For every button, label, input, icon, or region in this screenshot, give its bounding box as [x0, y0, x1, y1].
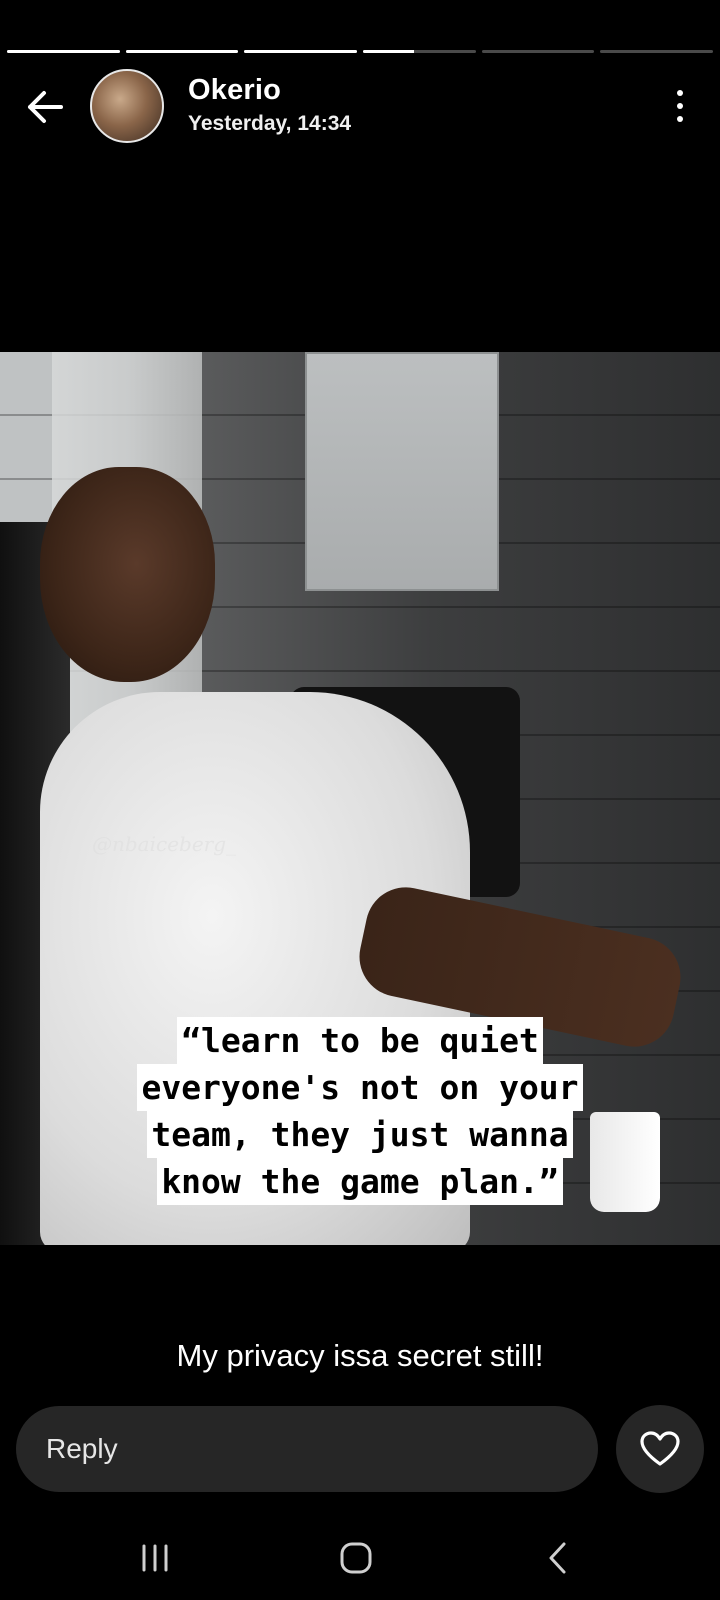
quote-overlay: “learn to be quiet everyone's not on you…	[0, 1017, 720, 1205]
recents-button[interactable]	[125, 1538, 185, 1578]
like-button[interactable]	[616, 1405, 704, 1493]
reply-placeholder: Reply	[46, 1433, 118, 1464]
progress-segment	[7, 50, 120, 53]
progress-fill	[244, 50, 358, 53]
person-head	[40, 467, 215, 682]
story-media-image[interactable]: @nbaiceberg_ “learn to be quiet everyone…	[0, 352, 720, 1245]
back-chevron-icon	[549, 1542, 566, 1574]
progress-fill	[7, 50, 120, 53]
image-watermark: @nbaiceberg_	[92, 832, 237, 856]
progress-segment	[244, 50, 358, 53]
quote-line: “learn to be quiet	[177, 1017, 543, 1064]
system-back-button[interactable]	[528, 1538, 588, 1578]
home-icon	[340, 1542, 372, 1574]
user-name[interactable]: Okerio	[188, 74, 281, 107]
system-navigation-bar	[0, 1510, 720, 1600]
progress-fill	[125, 50, 239, 53]
progress-segment	[481, 50, 595, 53]
progress-fill	[363, 50, 414, 53]
arrow-left-icon	[28, 91, 63, 123]
electrical-panel	[305, 352, 499, 591]
recents-icon	[142, 1544, 168, 1572]
progress-segment	[125, 50, 239, 53]
more-vertical-icon	[677, 90, 683, 96]
more-options-button[interactable]	[670, 86, 690, 126]
story-timestamp: Yesterday, 14:34	[188, 112, 352, 135]
quote-line: everyone's not on your	[137, 1064, 583, 1111]
quote-line: team, they just wanna	[147, 1111, 573, 1158]
story-header: Okerio Yesterday, 14:34	[0, 66, 720, 146]
heart-icon	[640, 1431, 680, 1466]
reply-input[interactable]: Reply	[16, 1406, 598, 1492]
story-viewer-screen: Okerio Yesterday, 14:34 @nbaiceberg_ “le…	[0, 0, 720, 1600]
back-button[interactable]	[22, 84, 68, 130]
progress-segment	[363, 50, 476, 53]
quote-line: know the game plan.”	[157, 1158, 563, 1205]
story-caption: My privacy issa secret still!	[176, 1338, 544, 1373]
avatar[interactable]	[90, 69, 164, 143]
progress-segment	[600, 50, 714, 53]
story-progress-bar	[7, 50, 714, 54]
home-button[interactable]	[326, 1538, 386, 1578]
